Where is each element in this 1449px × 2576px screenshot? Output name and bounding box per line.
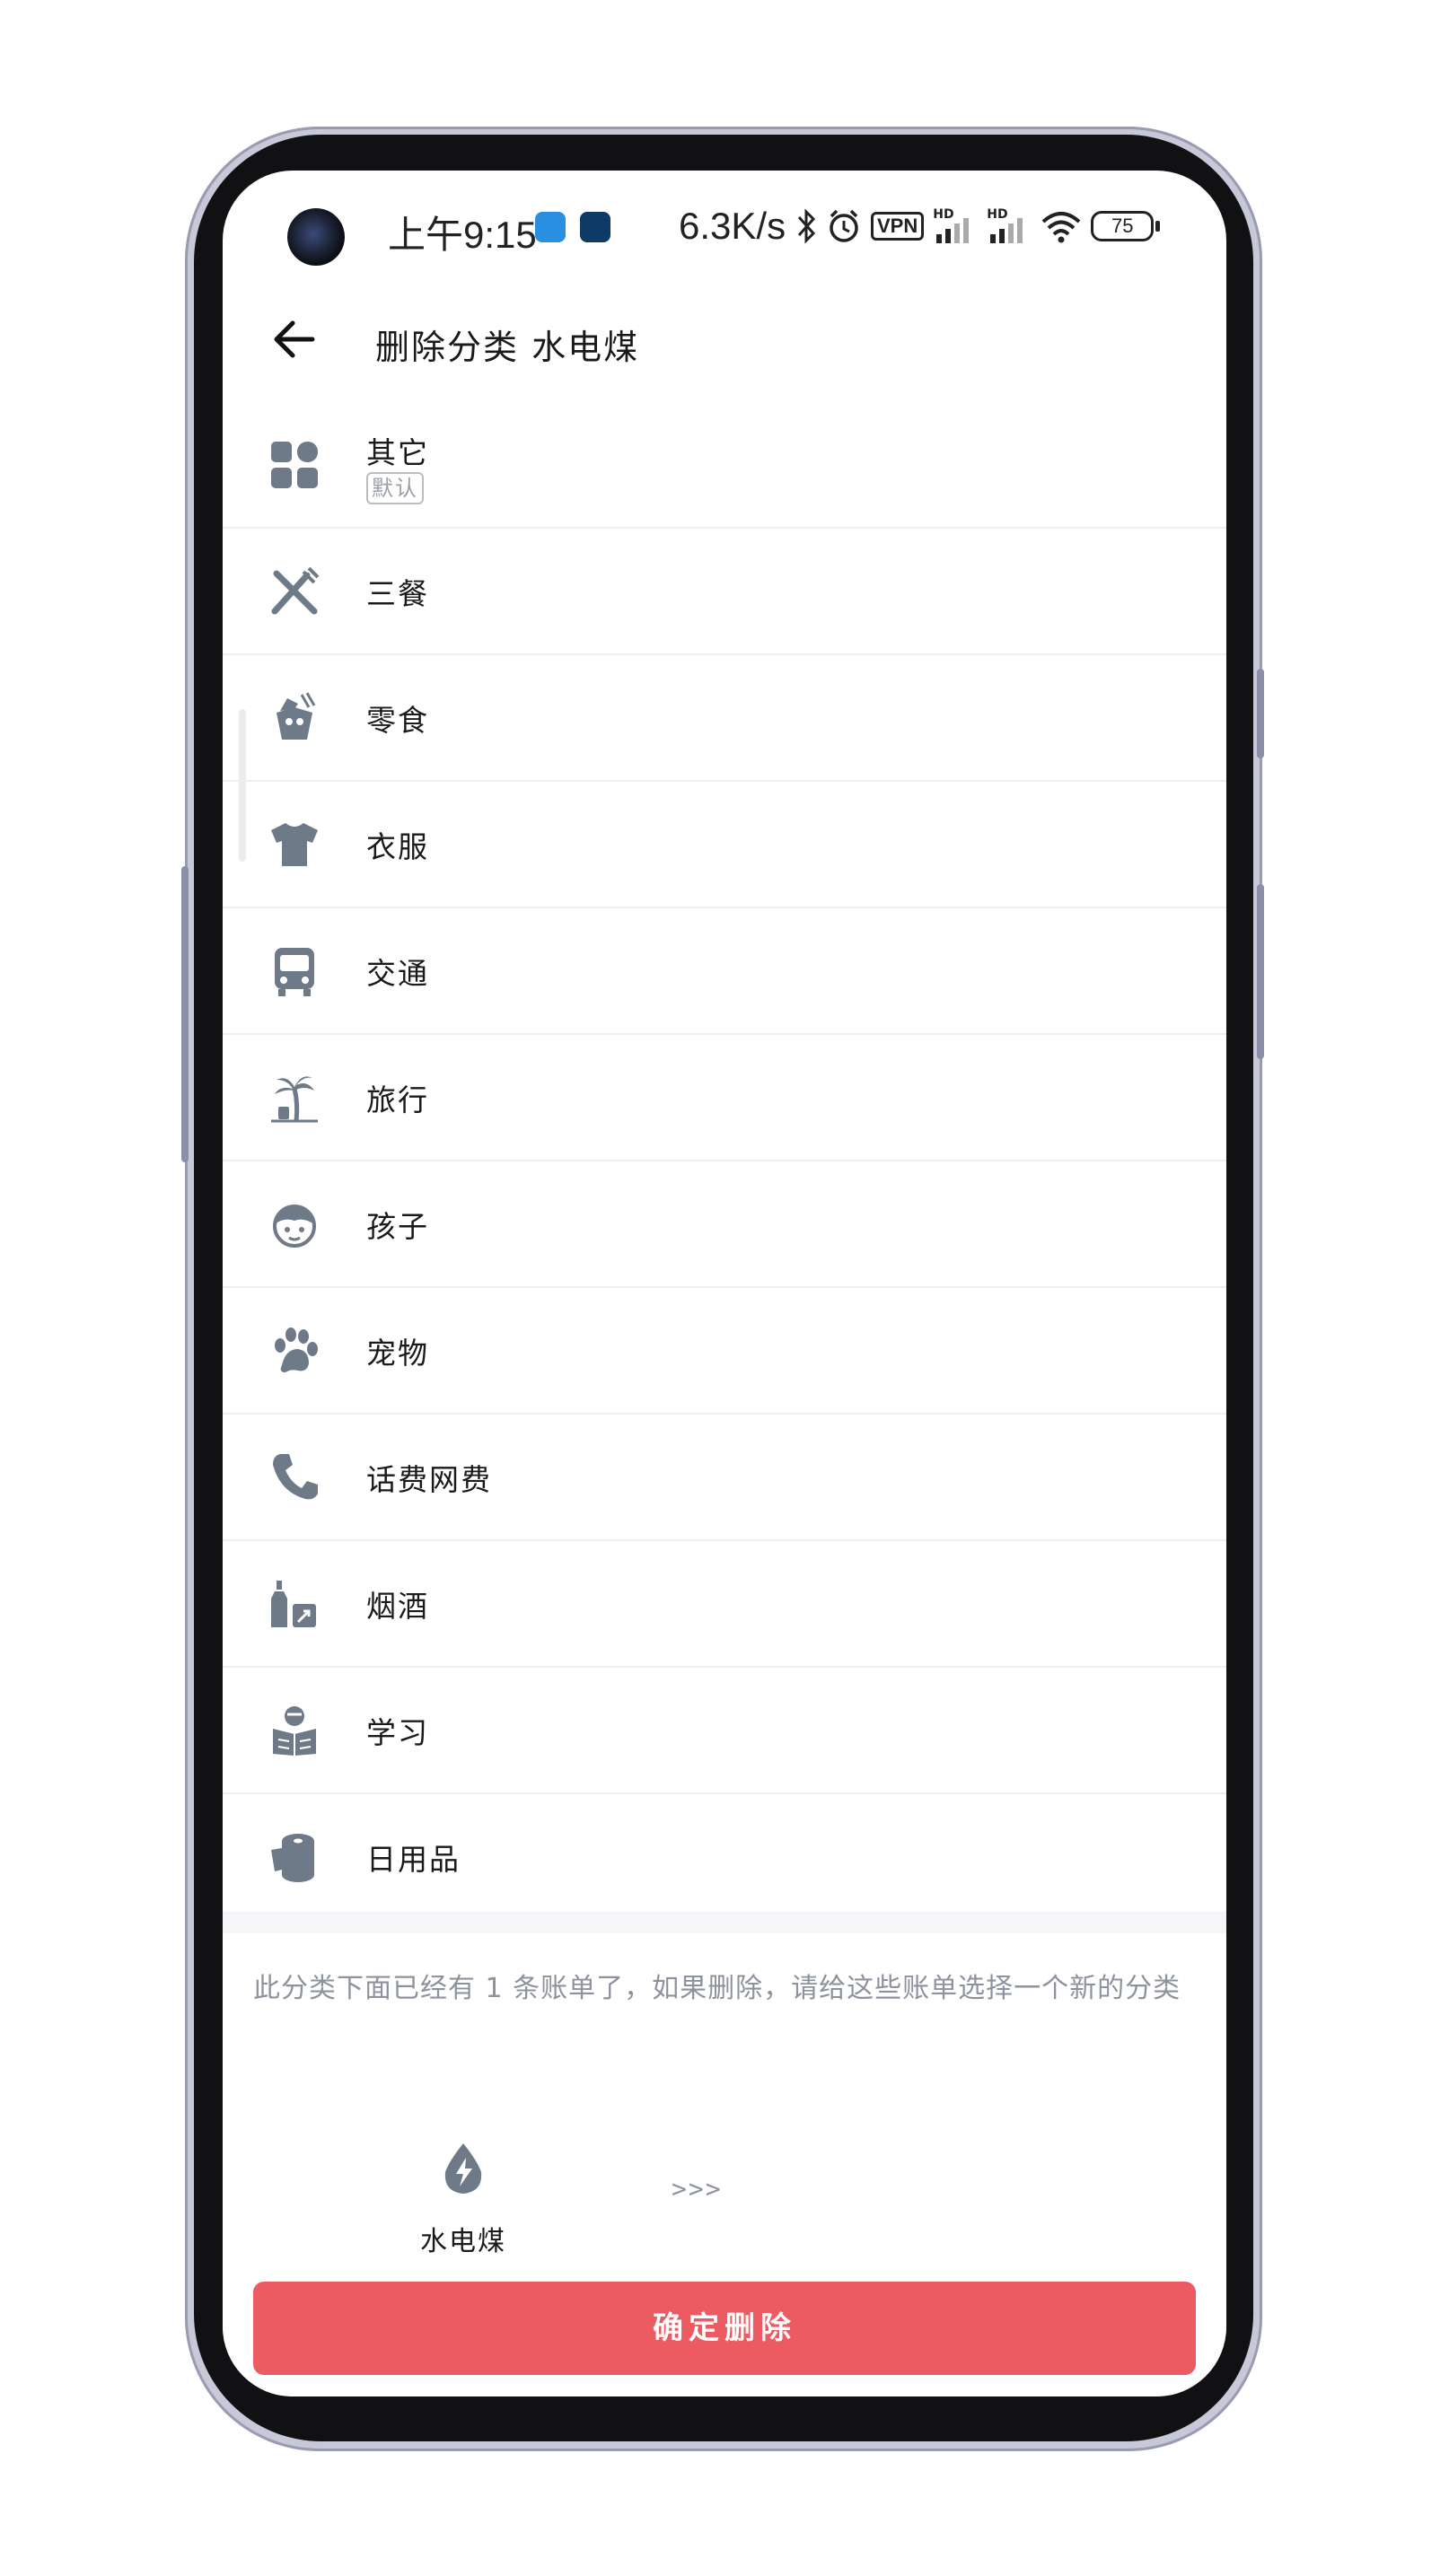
- side-button-volume: [1257, 669, 1264, 758]
- category-row-kids[interactable]: 孩子: [223, 1161, 1226, 1288]
- category-row-other[interactable]: 其它 默认: [223, 402, 1226, 529]
- screen: 上午9:15 6.3K/s VPN HD HD 75 删除分类 水电煤 其它 默…: [223, 171, 1226, 2396]
- category-row-clothes[interactable]: 衣服: [223, 782, 1226, 908]
- battery-level: 75: [1091, 211, 1155, 241]
- category-label: 日用品: [366, 1842, 461, 1877]
- vpn-badge: VPN: [871, 212, 925, 241]
- category-label: 话费网费: [366, 1462, 492, 1497]
- delete-notice: 此分类下面已经有 1 条账单了，如果删除，请给这些账单选择一个新的分类: [253, 1973, 1181, 2004]
- header: 删除分类 水电煤: [223, 287, 1226, 393]
- category-label: 零食: [366, 703, 429, 738]
- bus-icon: [275, 948, 314, 996]
- category-list: 其它 默认 三餐 零食 衣服 交通 旅行 孩子 宠物 话费网费 烟酒 学习 日用…: [223, 402, 1226, 1921]
- snack-box-icon: [277, 692, 316, 740]
- category-label: 孩子: [366, 1209, 429, 1244]
- signal-icon-1: HD: [933, 207, 978, 245]
- category-row-travel[interactable]: 旅行: [223, 1035, 1226, 1161]
- category-row-snacks[interactable]: 零食: [223, 655, 1226, 782]
- category-row-pets[interactable]: 宠物: [223, 1288, 1226, 1415]
- status-icons: VPN HD HD 75: [795, 203, 1161, 250]
- bottle-icon: [271, 1581, 316, 1627]
- default-badge: 默认: [366, 472, 424, 504]
- signal-icon-2: HD: [987, 207, 1032, 245]
- network-speed: 6.3K/s: [679, 205, 786, 247]
- fork-knife-icon: [271, 566, 320, 615]
- battery-icon: 75: [1091, 211, 1161, 241]
- water-bolt-icon: [444, 2143, 482, 2194]
- arrow-left-icon[interactable]: [269, 312, 323, 366]
- category-label: 旅行: [366, 1082, 429, 1117]
- app-notification-icon: [535, 212, 566, 242]
- category-label: 衣服: [366, 829, 429, 864]
- category-row-meals[interactable]: 三餐: [223, 529, 1226, 655]
- paw-icon: [275, 1327, 318, 1372]
- transfer-arrows: >>>: [672, 2174, 723, 2204]
- battery-tip: [1155, 221, 1161, 232]
- grid-icon: [271, 442, 318, 488]
- tissue-roll-icon: [271, 1834, 314, 1882]
- side-button-left: [181, 866, 189, 1162]
- category-label: 宠物: [366, 1336, 429, 1371]
- category-row-tobacco-alcohol[interactable]: 烟酒: [223, 1541, 1226, 1668]
- source-category-label: 水电煤: [420, 2226, 506, 2257]
- app-notification-icon-2: [580, 212, 610, 242]
- alarm-icon: [830, 209, 858, 242]
- confirm-delete-button[interactable]: 确定删除: [253, 2282, 1196, 2375]
- category-label: 三餐: [366, 576, 429, 611]
- palm-tree-icon: [271, 1076, 318, 1123]
- front-camera: [287, 208, 345, 266]
- child-face-icon: [273, 1205, 316, 1248]
- side-button-power: [1257, 884, 1264, 1059]
- status-time: 上午9:15: [388, 214, 537, 256]
- category-label: 交通: [366, 956, 429, 991]
- category-row-phone-internet[interactable]: 话费网费: [223, 1415, 1226, 1541]
- category-label: 其它: [366, 435, 429, 470]
- reading-icon: [273, 1706, 316, 1756]
- category-label: 烟酒: [366, 1589, 429, 1624]
- status-bar: 上午9:15 6.3K/s VPN HD HD 75: [223, 171, 1226, 287]
- bluetooth-icon: [797, 208, 816, 244]
- category-label: 学习: [366, 1715, 429, 1750]
- category-row-daily-goods[interactable]: 日用品: [223, 1794, 1226, 1921]
- wifi-icon: [1041, 212, 1081, 243]
- category-row-transport[interactable]: 交通: [223, 908, 1226, 1035]
- category-row-study[interactable]: 学习: [223, 1668, 1226, 1794]
- page-title: 删除分类 水电煤: [375, 328, 640, 367]
- tshirt-icon: [271, 823, 318, 866]
- phone-icon: [273, 1454, 318, 1500]
